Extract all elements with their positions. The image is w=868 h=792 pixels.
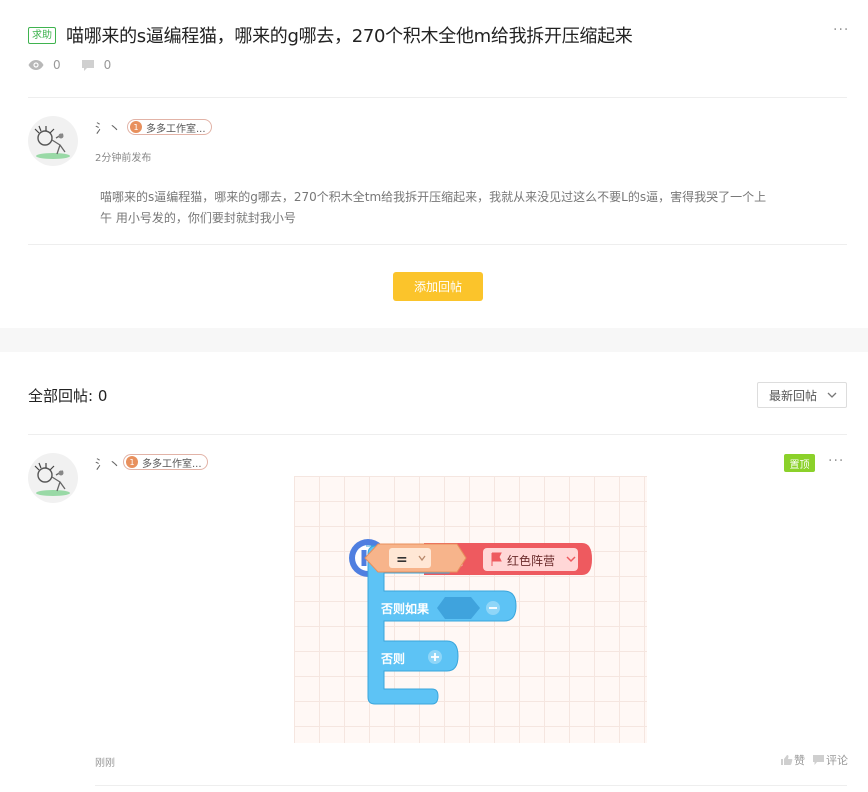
post-body: 喵哪来的s逼编程猫，哪来的g哪去，270个积木全tm给我拆开压缩起来，我就从来没…: [100, 190, 767, 225]
reply-image[interactable]: 红色阵营 为 = 否则如果 否则: [294, 476, 647, 743]
avatar-image: [34, 462, 70, 496]
avatar-image: [34, 125, 70, 159]
reply-studio-badge[interactable]: 1 多多工作室...: [123, 454, 208, 470]
views-count: 0: [53, 58, 61, 72]
eye-icon: [28, 60, 44, 70]
comment-button[interactable]: 评论: [812, 752, 848, 768]
code-blocks-screenshot: 红色阵营 为 = 否则如果 否则: [349, 539, 592, 705]
comments-count: 0: [103, 58, 112, 72]
replies-count-heading: 全部回帖: 0: [28, 387, 108, 405]
sort-label: 最新回帖: [769, 388, 818, 403]
reply-more-button[interactable]: ···: [828, 453, 844, 469]
studio-name: 多多工作室...: [146, 123, 206, 135]
divider: [28, 244, 847, 245]
divider: [28, 434, 847, 435]
post-title-row: 求助 喵哪来的s逼编程猫，哪来的g哪去，270个积木全他m给我拆开压缩起来: [28, 22, 633, 48]
comment-icon: [813, 755, 824, 765]
divider: [28, 97, 847, 98]
help-tag: 求助: [28, 26, 56, 44]
like-label: 赞: [794, 754, 805, 767]
studio-name: 多多工作室...: [142, 458, 202, 470]
views-stat: 0: [28, 58, 61, 72]
operator-label: =: [396, 552, 408, 568]
like-button[interactable]: 赞: [780, 752, 805, 768]
post-stats: 0 0: [28, 58, 131, 72]
studio-number: 1: [130, 121, 142, 133]
author-name[interactable]: 氵丶: [95, 118, 121, 137]
thumbs-up-icon: [781, 755, 793, 765]
post-title: 喵哪来的s逼编程猫，哪来的g哪去，270个积木全他m给我拆开压缩起来: [66, 26, 633, 47]
reply-author-name[interactable]: 氵丶: [95, 454, 121, 473]
comment-label: 评论: [826, 754, 848, 767]
reply-actions: 赞 评论: [780, 752, 848, 768]
team-label: 红色阵营: [507, 553, 555, 568]
reply-time: 刚刚: [95, 758, 115, 769]
studio-number: 1: [126, 456, 138, 468]
sort-select[interactable]: 最新回帖: [757, 382, 847, 408]
divider: [95, 785, 847, 786]
else-if-label: 否则如果: [380, 601, 429, 616]
pin-badge: 置顶: [784, 454, 815, 472]
studio-badge[interactable]: 1 多多工作室...: [127, 119, 212, 135]
comments-stat: 0: [81, 58, 112, 72]
add-reply-button[interactable]: 添加回帖: [393, 272, 483, 301]
chevron-down-icon: [827, 392, 837, 398]
post-time: 2分钟前发布: [95, 153, 152, 164]
post-card: 求助 喵哪来的s逼编程猫，哪来的g哪去，270个积木全他m给我拆开压缩起来 ··…: [0, 0, 868, 328]
avatar[interactable]: [28, 116, 78, 166]
else-label: 否则: [380, 652, 405, 666]
comment-icon: [81, 59, 94, 71]
reply-avatar[interactable]: [28, 453, 78, 503]
post-more-button[interactable]: ···: [833, 22, 849, 38]
